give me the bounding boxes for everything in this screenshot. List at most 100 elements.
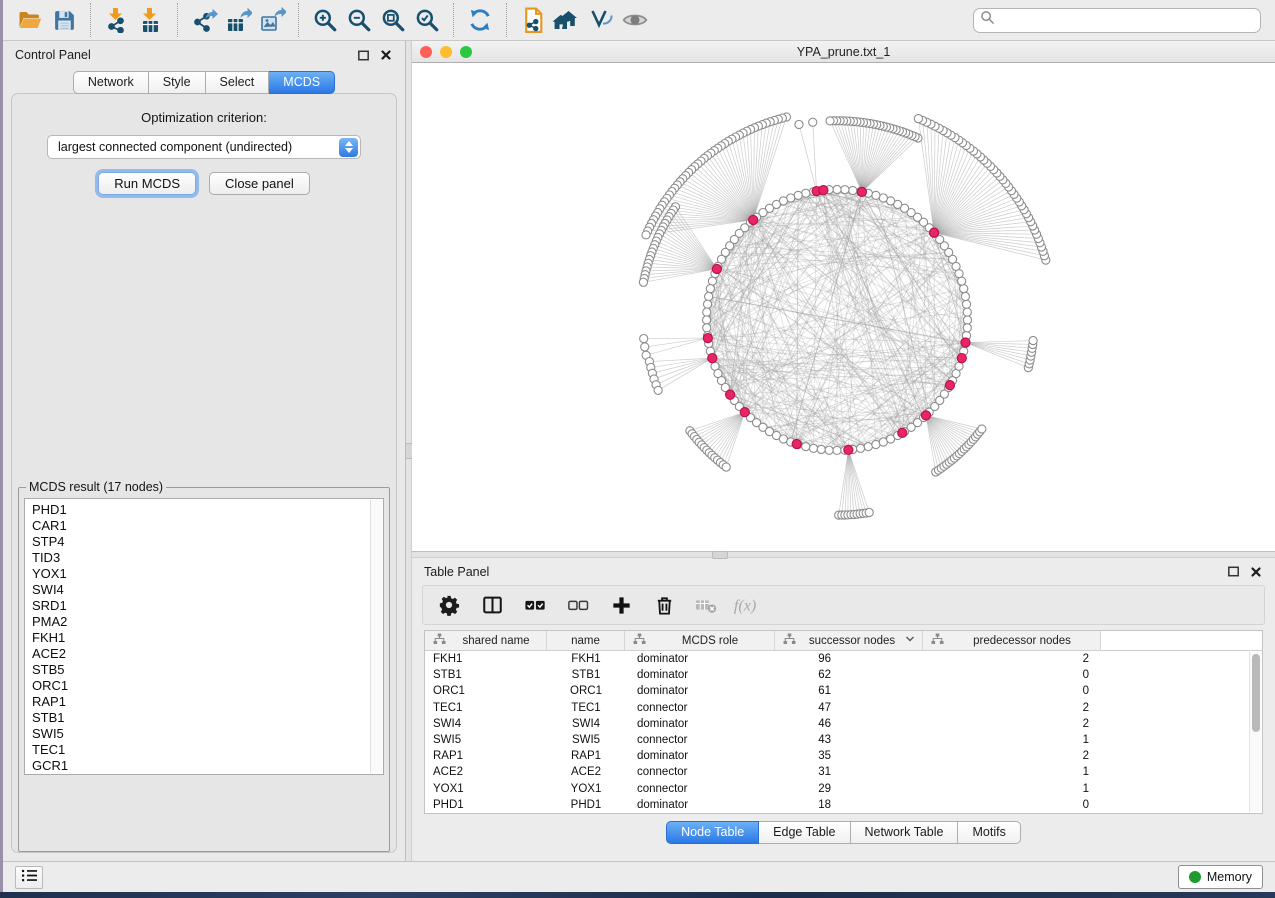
float-panel-icon[interactable] [1226,564,1241,579]
zoom-fit-button[interactable] [376,4,410,36]
table-row[interactable]: RAP1RAP1dominator352 [425,748,1262,764]
mcds-node-item[interactable]: SRD1 [32,598,365,614]
mcds-node-item[interactable]: STB1 [32,710,365,726]
optimization-criterion-select[interactable]: largest connected component (undirected) [47,135,361,159]
splitter-grip-icon[interactable] [712,551,728,559]
cell: TEC1 [425,702,547,714]
tab-style[interactable]: Style [149,71,206,94]
vertical-splitter[interactable] [405,41,412,861]
mcds-node-item[interactable]: YOX1 [32,566,365,582]
mcds-result-list[interactable]: PHD1CAR1STP4TID3YOX1SWI4SRD1PMA2FKH1ACE2… [24,498,384,775]
network-graph[interactable] [412,63,1275,551]
column-header-successor-nodes[interactable]: successor nodes [775,631,923,650]
search-box[interactable] [973,8,1261,33]
window-minimize-icon[interactable] [440,46,452,58]
window-zoom-icon[interactable] [460,46,472,58]
node-table: shared namenameMCDS rolesuccessor nodesp… [424,630,1263,814]
mcds-list-scrollbar[interactable] [370,500,382,773]
tab-motifs[interactable]: Motifs [958,821,1020,844]
column-header-name[interactable]: name [547,631,625,650]
tab-mcds[interactable]: MCDS [269,71,335,94]
memory-status-icon [1189,871,1201,883]
table-panel-title: Table Panel [424,565,489,579]
close-panel-icon[interactable] [1249,565,1263,579]
tab-network[interactable]: Network [73,71,149,94]
mcds-node-item[interactable]: TEC1 [32,742,365,758]
mcds-node-item[interactable]: STB5 [32,662,365,678]
share-network-document-button[interactable] [516,4,550,36]
refresh-view-button[interactable] [463,4,497,36]
hide-graphics-details-button[interactable] [584,4,618,36]
save-session-button[interactable] [47,4,81,36]
table-row[interactable]: PHD1PHD1dominator180 [425,797,1262,813]
close-panel-icon[interactable] [379,48,393,62]
plus-icon [610,594,633,617]
scrollbar-thumb[interactable] [1252,654,1260,732]
tab-node-table[interactable]: Node Table [666,821,759,844]
table-row[interactable]: YOX1YOX1connector291 [425,781,1262,797]
mcds-node-item[interactable]: SWI4 [32,582,365,598]
table-row[interactable]: SWI5SWI5connector431 [425,732,1262,748]
open-session-button[interactable] [13,4,47,36]
cell: 62 [775,669,923,681]
mcds-node-item[interactable]: TID3 [32,550,365,566]
table-row[interactable]: STB1STB1dominator620 [425,667,1262,683]
tab-network-table[interactable]: Network Table [851,821,959,844]
delete-table-button[interactable] [689,589,725,621]
mcds-node-item[interactable]: SWI5 [32,726,365,742]
mcds-node-item[interactable]: ACE2 [32,646,365,662]
table-row[interactable]: FKH1FKH1dominator962 [425,651,1262,667]
import-table-button[interactable] [134,4,168,36]
apply-function-button[interactable]: f(x) [732,589,768,621]
mcds-node-item[interactable]: CAR1 [32,518,365,534]
refresh-icon [467,7,493,33]
export-table-button[interactable] [221,4,255,36]
zoom-out-button[interactable] [342,4,376,36]
search-input[interactable] [995,13,1254,27]
mcds-node-item[interactable]: PHD1 [32,502,365,518]
tab-select[interactable]: Select [206,71,270,94]
table-row[interactable]: SWI4SWI4dominator462 [425,716,1262,732]
column-header-MCDS-role[interactable]: MCDS role [625,631,775,650]
zoom-selected-button[interactable] [410,4,444,36]
import-network-button[interactable] [100,4,134,36]
close-panel-button[interactable]: Close panel [209,172,310,195]
table-header-row: shared namenameMCDS rolesuccessor nodesp… [425,631,1262,651]
deselect-all-button[interactable] [560,589,596,621]
table-scrollbar[interactable] [1249,652,1261,812]
horizontal-splitter[interactable] [412,551,1275,558]
mcds-node-item[interactable]: PMA2 [32,614,365,630]
tab-edge-table[interactable]: Edge Table [759,821,850,844]
add-column-button[interactable] [603,589,639,621]
split-table-button[interactable] [474,589,510,621]
select-all-button[interactable] [517,589,553,621]
zoom-in-button[interactable] [308,4,342,36]
zoom-out-icon [346,7,372,33]
cell: 43 [775,734,923,746]
mcds-node-item[interactable]: ORC1 [32,678,365,694]
mcds-node-item[interactable]: RAP1 [32,694,365,710]
home-pages-button[interactable] [550,4,584,36]
float-panel-icon[interactable] [356,48,371,63]
table-row[interactable]: TEC1TEC1connector472 [425,700,1262,716]
cell: 1 [923,766,1101,778]
run-mcds-button[interactable]: Run MCDS [98,172,196,195]
mcds-node-item[interactable]: FKH1 [32,630,365,646]
window-close-icon[interactable] [420,46,432,58]
export-network-button[interactable] [187,4,221,36]
column-header-shared-name[interactable]: shared name [425,631,547,650]
export-image-button[interactable] [255,4,289,36]
task-history-button[interactable] [15,866,43,889]
table-toolbar: f(x) [422,585,1265,625]
memory-label: Memory [1207,870,1252,884]
table-settings-button[interactable] [431,589,467,621]
mcds-node-item[interactable]: GCR1 [32,758,365,774]
show-graphics-details-button[interactable] [618,4,652,36]
network-canvas[interactable] [412,63,1275,551]
delete-column-button[interactable] [646,589,682,621]
table-row[interactable]: ACE2ACE2connector311 [425,764,1262,780]
memory-button[interactable]: Memory [1178,865,1263,889]
mcds-node-item[interactable]: STP4 [32,534,365,550]
table-row[interactable]: ORC1ORC1dominator610 [425,683,1262,699]
column-header-predecessor-nodes[interactable]: predecessor nodes [923,631,1101,650]
